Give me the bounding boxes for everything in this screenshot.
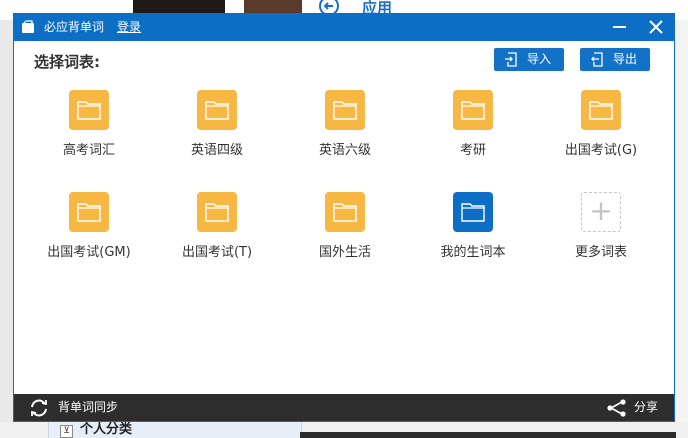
sync-button[interactable]: 背单词同步 [28, 394, 148, 421]
wordlist-tile-kaoyan[interactable]: 考研 [413, 90, 533, 180]
import-button[interactable]: 导入 [494, 48, 564, 71]
dialog-title: 必应背单词 [44, 20, 105, 34]
minimize-button[interactable] [604, 14, 636, 41]
dialog-titlebar: 必应背单词 登录 [14, 14, 674, 41]
share-label: 分享 [634, 400, 659, 414]
wordlist-label: 英语四级 [190, 143, 243, 158]
share-icon [607, 399, 626, 417]
folder-icon [69, 192, 109, 232]
app-logo-icon [22, 20, 34, 33]
close-button[interactable] [638, 14, 674, 41]
sync-label: 背单词同步 [58, 400, 119, 414]
wordlist-label: 出国考试(G) [564, 143, 638, 158]
export-icon [591, 52, 603, 67]
tree-expand-toggle[interactable]: ⊻ [60, 425, 73, 438]
wordlist-tile-gaokao[interactable]: 高考词汇 [29, 90, 149, 180]
wordlist-tile-gmat[interactable]: 出国考试(GM) [29, 192, 149, 282]
wordlist-tile-cet6[interactable]: 英语六级 [285, 90, 405, 180]
folder-icon [197, 90, 237, 130]
folder-icon [581, 90, 621, 130]
minimize-icon [613, 26, 626, 28]
wordlist-label: 出国考试(GM) [47, 245, 131, 260]
wordlist-label: 更多词表 [574, 245, 627, 260]
wordlist-label: 国外生活 [318, 245, 371, 260]
login-link[interactable]: 登录 [117, 19, 141, 35]
folder-icon [69, 90, 109, 130]
wordlist-label: 英语六级 [318, 143, 371, 158]
folder-icon [325, 192, 365, 232]
folder-icon [453, 90, 493, 130]
background-dark-bar [300, 432, 676, 438]
wordlist-dialog: 必应背单词 登录 选择词表: 导入 导出 高考词汇 英语四级 英语六级 考研 出… [13, 13, 675, 422]
wordlist-label: 出国考试(T) [181, 245, 253, 260]
close-icon [649, 20, 663, 34]
wordlist-label: 高考词汇 [62, 143, 115, 158]
export-button[interactable]: 导出 [580, 48, 650, 71]
wordlist-tile-more[interactable]: + 更多词表 [541, 192, 661, 282]
tree-item-label[interactable]: 个人分类 [80, 422, 132, 438]
export-label: 导出 [613, 52, 638, 66]
wordlist-tile-my-words[interactable]: 我的生词本 [413, 192, 533, 282]
import-icon [505, 52, 517, 67]
wordlist-tile-abroad-life[interactable]: 国外生活 [285, 192, 405, 282]
wordlist-label: 我的生词本 [440, 245, 506, 260]
wordlist-tile-toefl[interactable]: 出国考试(T) [157, 192, 277, 282]
folder-icon [453, 192, 493, 232]
import-label: 导入 [527, 52, 552, 66]
dialog-footer: 背单词同步 分享 [14, 394, 674, 421]
plus-icon: + [581, 192, 621, 232]
section-title: 选择词表: [34, 53, 100, 71]
wordlist-tile-cet4[interactable]: 英语四级 [157, 90, 277, 180]
sync-icon [31, 399, 47, 417]
folder-icon [197, 192, 237, 232]
share-button[interactable]: 分享 [604, 394, 666, 421]
wordlist-tile-gre[interactable]: 出国考试(G) [541, 90, 661, 180]
wordlist-label: 考研 [459, 143, 486, 158]
background-right-panel [676, 20, 688, 438]
folder-icon [325, 90, 365, 130]
